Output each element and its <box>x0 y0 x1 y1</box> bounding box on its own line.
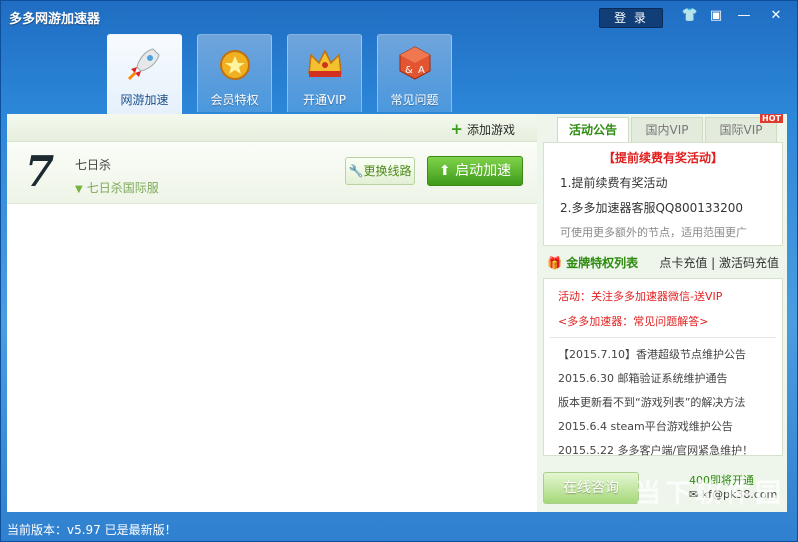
game-toolbar: + 添加游戏 <box>7 114 537 142</box>
tab-label: 常见问题 <box>390 93 439 107</box>
tab-label: 会员特权 <box>210 93 259 107</box>
svg-text:&: & <box>405 65 413 76</box>
game-logo: 7 <box>25 147 55 196</box>
game-name: 七日杀 <box>75 158 112 172</box>
start-acceleration-button[interactable]: ⬆ 启动加速 <box>427 156 523 186</box>
news-item[interactable]: 【2015.7.10】香港超级节点维护公告 <box>558 346 782 362</box>
app-window: 多多网游加速器 登 录 👕 ▣ — ✕ 网游加速 会员特权 开通VIP & A … <box>0 0 798 542</box>
tab-faq[interactable]: & A 常见问题 <box>377 34 452 112</box>
switch-route-button[interactable]: 🔧更换线路 <box>345 157 415 185</box>
add-game-button[interactable]: + 添加游戏 <box>450 120 515 138</box>
gold-privilege-bar: 🎁 金牌特权列表 点卡充值 | 激活码充值 <box>543 250 787 274</box>
tab-domestic-vip[interactable]: 国内VIP <box>631 117 703 142</box>
hot-badge: HOT <box>760 114 783 123</box>
news-item[interactable]: 版本更新看不到“游戏列表”的解决方法 <box>558 394 782 410</box>
notice-title[interactable]: 【提前续费有奖活动】 <box>544 149 782 166</box>
tab-open-vip[interactable]: 开通VIP <box>287 34 362 112</box>
news-item[interactable]: 2015.5.22 多多客户端/官网紧急维护！ <box>558 442 782 458</box>
skin-icon[interactable]: 👕 <box>677 5 703 27</box>
tab-label: 开通VIP <box>303 93 346 107</box>
notice-line: 可使用更多额外的节点，适用范围更广 <box>560 226 747 239</box>
upload-arrow-icon: ⬆ <box>438 163 456 179</box>
minimize-icon[interactable]: — <box>731 5 757 27</box>
svg-text:A: A <box>418 65 425 76</box>
notice-line[interactable]: 1.提前续费有奖活动 <box>560 174 782 191</box>
login-button[interactable]: 登 录 <box>599 8 663 28</box>
tab-announcements[interactable]: 活动公告 <box>557 117 629 142</box>
rocket-icon <box>127 48 160 81</box>
activity-link[interactable]: 活动：关注多多加速器微信-送VIP <box>558 288 782 304</box>
watermark: 当下软件园 <box>635 479 786 509</box>
game-list-panel: + 添加游戏 7 七日杀 ▼ 七日杀国际服 🔧更换线路 ⬆ 启动加速 <box>7 114 537 512</box>
notice-line[interactable]: 2.多多加速器客服QQ800133200 <box>560 199 782 216</box>
divider <box>550 337 776 338</box>
news-item[interactable]: 2015.6.4 steam平台游戏维护公告 <box>558 418 782 434</box>
recharge-links[interactable]: 点卡充值 | 激活码充值 <box>659 254 779 271</box>
online-consult-button[interactable]: 在线咨询 <box>543 472 639 504</box>
server-name: 七日杀国际服 <box>86 181 159 195</box>
switch-route-label: 更换线路 <box>363 164 412 178</box>
info-tabs: 活动公告 国内VIP 国际VIP HOT <box>543 114 787 142</box>
triangle-down-icon: ▼ <box>75 184 83 195</box>
tab-game-acceleration[interactable]: 网游加速 <box>107 34 182 114</box>
info-panel: 活动公告 国内VIP 国际VIP HOT 【提前续费有奖活动】 1.提前续费有奖… <box>543 114 787 512</box>
tab-member-privileges[interactable]: 会员特权 <box>197 34 272 112</box>
server-selector[interactable]: ▼ 七日杀国际服 <box>75 179 159 196</box>
app-title: 多多网游加速器 <box>9 12 101 27</box>
news-box: 活动：关注多多加速器微信-送VIP <多多加速器：常见问题解答> 【2015.7… <box>543 278 783 458</box>
game-row[interactable]: 7 七日杀 ▼ 七日杀国际服 🔧更换线路 ⬆ 启动加速 <box>7 142 537 204</box>
add-game-label: 添加游戏 <box>466 123 515 137</box>
gold-list-label: 金牌特权列表 <box>566 256 639 270</box>
close-icon[interactable]: ✕ <box>763 5 789 27</box>
faq-link[interactable]: <多多加速器：常见问题解答> <box>558 313 782 329</box>
wrench-icon: 🔧 <box>348 164 364 178</box>
notice-box: 【提前续费有奖活动】 1.提前续费有奖活动 2.多多加速器客服QQ8001332… <box>543 142 783 246</box>
version-status: 当前版本：v5.97 已是最新版！ <box>7 523 177 537</box>
tab-label: 网游加速 <box>120 93 169 107</box>
gift-icon: 🎁 <box>547 256 562 270</box>
main-panel: + 添加游戏 7 七日杀 ▼ 七日杀国际服 🔧更换线路 ⬆ 启动加速 活动公告 国内… <box>7 114 787 512</box>
plus-icon: + <box>450 120 463 138</box>
dice-icon: & A <box>399 46 431 80</box>
menu-icon[interactable]: ▣ <box>703 5 729 27</box>
start-label: 启动加速 <box>455 163 512 179</box>
crown-icon <box>308 49 342 77</box>
news-item[interactable]: 2015.6.30 邮箱验证系统维护通告 <box>558 370 782 386</box>
medal-icon <box>220 50 250 80</box>
gold-list-link[interactable]: 🎁 金牌特权列表 <box>547 254 638 271</box>
